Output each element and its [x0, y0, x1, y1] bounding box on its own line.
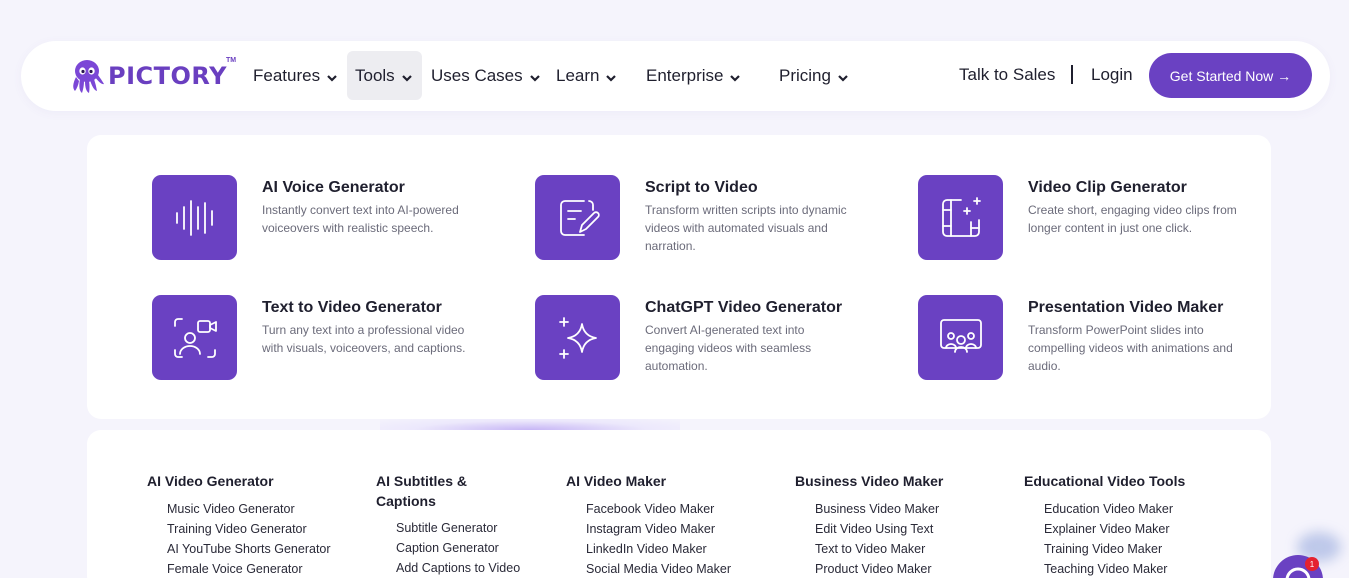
- tool-card-description: Transform written scripts into dynamic v…: [645, 203, 847, 253]
- nav-divider: [1071, 65, 1073, 84]
- nav-learn[interactable]: Learn: [556, 51, 618, 100]
- login-link[interactable]: Login: [1091, 65, 1133, 85]
- list-item[interactable]: Caption Generator: [396, 538, 506, 558]
- tools-dropdown-panel: AI Voice Generator Instantly convert tex…: [87, 135, 1271, 419]
- list-item[interactable]: Social Media Video Maker: [586, 559, 731, 578]
- tool-card-title: Script to Video: [645, 179, 758, 196]
- nav-tools[interactable]: Tools: [347, 51, 422, 100]
- list-item[interactable]: Text to Video Maker: [815, 539, 943, 559]
- links-column-ai-video-maker: AI Video Maker Facebook Video Maker Inst…: [566, 471, 731, 578]
- tools-links-panel: AI Video Generator Music Video Generator…: [87, 430, 1271, 578]
- tool-card-description: Instantly convert text into AI-powered v…: [262, 203, 459, 235]
- talk-to-sales-link[interactable]: Talk to Sales: [959, 65, 1055, 85]
- list-item[interactable]: Product Video Maker: [815, 559, 943, 578]
- tool-card-video-clip-generator[interactable]: Video Clip Generator Create short, engag…: [918, 175, 1278, 265]
- column-links: Education Video Maker Explainer Video Ma…: [1024, 499, 1185, 578]
- list-item[interactable]: Music Video Generator: [167, 499, 331, 519]
- nav-use-cases[interactable]: Uses Cases: [431, 51, 542, 100]
- nav-enterprise-label: Enterprise: [646, 65, 724, 85]
- list-item[interactable]: LinkedIn Video Maker: [586, 539, 731, 559]
- chat-notification-badge: 1: [1305, 557, 1319, 571]
- column-links: Music Video Generator Training Video Gen…: [147, 499, 331, 578]
- tool-card-title: Text to Video Generator: [262, 299, 442, 316]
- tool-card-title: AI Voice Generator: [262, 179, 405, 196]
- list-item[interactable]: Subtitle Generator: [396, 518, 506, 538]
- list-item[interactable]: Add Captions to Video: [396, 558, 520, 578]
- nav-use-cases-label: Uses Cases: [431, 65, 523, 85]
- nav-features[interactable]: Features: [253, 51, 339, 100]
- column-title: AI Subtitles & Captions: [376, 473, 468, 509]
- logo-wordmark: PICTORY: [108, 62, 227, 90]
- list-item[interactable]: Education Video Maker: [1044, 499, 1185, 519]
- list-item[interactable]: Instagram Video Maker: [586, 519, 731, 539]
- column-links: Facebook Video Maker Instagram Video Mak…: [566, 499, 731, 578]
- tool-card-chatgpt-video-generator[interactable]: ChatGPT Video Generator Convert AI-gener…: [535, 295, 895, 385]
- tool-card-title: ChatGPT Video Generator: [645, 299, 843, 316]
- nav-pricing[interactable]: Pricing: [779, 51, 850, 100]
- presentation-face-icon: [918, 295, 1003, 380]
- nav-learn-label: Learn: [556, 65, 600, 85]
- top-navbar: PICTORY TM Features Tools Uses Cases Lea…: [21, 41, 1330, 111]
- nav-pricing-label: Pricing: [779, 65, 831, 85]
- column-title: Educational Video Tools: [1024, 473, 1186, 489]
- chevron-down-icon: [327, 74, 337, 82]
- list-item[interactable]: Female Voice Generator: [167, 559, 331, 578]
- links-column-educational-video-tools: Educational Video Tools Education Video …: [1024, 471, 1185, 578]
- sparkles-icon: [535, 295, 620, 380]
- tool-card-description: Create short, engaging video clips from …: [1028, 203, 1237, 235]
- chevron-down-icon: [401, 74, 412, 82]
- tool-card-title: Video Clip Generator: [1028, 179, 1187, 196]
- column-links: Subtitle Generator Caption Generator Add…: [376, 518, 520, 578]
- chevron-down-icon: [838, 74, 848, 82]
- film-sparkle-icon: [918, 175, 1003, 260]
- column-title: Business Video Maker: [795, 473, 944, 489]
- pictory-logo[interactable]: PICTORY TM: [68, 55, 236, 97]
- list-item[interactable]: AI YouTube Shorts Generator: [167, 539, 331, 559]
- user-camera-icon: [152, 295, 237, 380]
- chevron-down-icon: [606, 74, 617, 82]
- nav-enterprise[interactable]: Enterprise: [646, 51, 742, 100]
- column-title: AI Video Generator: [147, 473, 274, 489]
- get-started-button[interactable]: Get Started Now →: [1149, 53, 1312, 98]
- tool-card-description: Convert AI-generated text into engaging …: [645, 323, 812, 373]
- octopus-logo-icon: [73, 60, 104, 93]
- chevron-down-icon: [529, 74, 540, 82]
- tool-card-script-to-video[interactable]: Script to Video Transform written script…: [535, 175, 895, 265]
- chevron-down-icon: [730, 74, 741, 82]
- logo-trademark: TM: [226, 57, 237, 64]
- script-edit-icon: [535, 175, 620, 260]
- list-item[interactable]: Facebook Video Maker: [586, 499, 731, 519]
- links-column-business-video-maker: Business Video Maker Business Video Make…: [795, 471, 943, 578]
- list-item[interactable]: Edit Video Using Text: [815, 519, 943, 539]
- tool-card-description: Transform PowerPoint slides into compell…: [1028, 323, 1233, 373]
- tool-card-description: Turn any text into a professional video …: [262, 323, 466, 355]
- links-column-ai-video-generator: AI Video Generator Music Video Generator…: [147, 471, 331, 578]
- list-item[interactable]: Explainer Video Maker: [1044, 519, 1185, 539]
- column-links: Business Video Maker Edit Video Using Te…: [795, 499, 943, 578]
- nav-tools-label: Tools: [355, 65, 395, 85]
- nav-features-label: Features: [253, 65, 321, 85]
- waveform-icon: [152, 175, 237, 260]
- list-item[interactable]: Training Video Maker: [1044, 539, 1185, 559]
- tool-card-ai-voice-generator[interactable]: AI Voice Generator Instantly convert tex…: [152, 175, 512, 265]
- tool-card-presentation-video-maker[interactable]: Presentation Video Maker Transform Power…: [918, 295, 1278, 385]
- list-item[interactable]: Teaching Video Maker: [1044, 559, 1185, 578]
- tool-card-title: Presentation Video Maker: [1028, 299, 1224, 316]
- column-title: AI Video Maker: [566, 473, 667, 489]
- list-item[interactable]: Business Video Maker: [815, 499, 943, 519]
- list-item[interactable]: Training Video Generator: [167, 519, 331, 539]
- tool-card-text-to-video-generator[interactable]: Text to Video Generator Turn any text in…: [152, 295, 512, 385]
- links-column-ai-subtitles-captions: AI Subtitles & Captions Subtitle Generat…: [376, 471, 520, 578]
